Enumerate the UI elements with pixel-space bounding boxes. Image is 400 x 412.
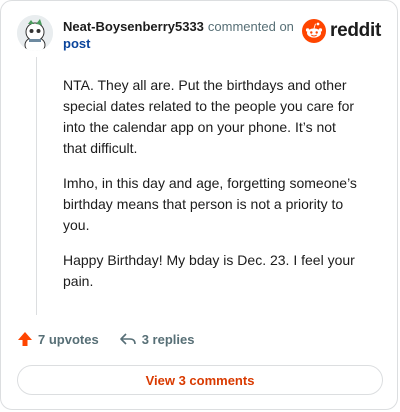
- comment-paragraph-3: Happy Birthday! My bday is Dec. 23. I fe…: [63, 252, 355, 289]
- meta-text: commented on: [207, 19, 294, 34]
- comment-body: NTA. They all are. Put the birthdays and…: [63, 75, 363, 306]
- comment-paragraph-1: NTA. They all are. Put the birthdays and…: [63, 77, 355, 156]
- comment-paragraph-2: Imho, in this day and age, forgetting so…: [63, 175, 357, 233]
- view-comments-button[interactable]: View 3 comments: [17, 365, 383, 395]
- comment-actions: 7 upvotes 3 replies: [17, 331, 214, 347]
- reddit-logo[interactable]: reddit: [302, 19, 381, 43]
- username[interactable]: Neat-Boysenberry5333: [63, 19, 204, 34]
- reddit-wordmark: reddit: [330, 20, 381, 41]
- snoo-avatar-icon: [17, 15, 53, 51]
- comment-card: Neat-Boysenberry5333 commented on post re…: [0, 0, 398, 410]
- comment-header: Neat-Boysenberry5333 commented on post: [63, 18, 294, 52]
- avatar[interactable]: [17, 15, 53, 51]
- replies-count: 3 replies: [141, 331, 195, 347]
- reddit-logo-icon: [302, 19, 327, 43]
- upvote-arrow-icon: [18, 332, 32, 346]
- thread-line[interactable]: [36, 57, 37, 315]
- upvote-count: 7 upvotes: [38, 331, 99, 347]
- upvote-button[interactable]: 7 upvotes: [17, 331, 99, 347]
- post-link[interactable]: post: [63, 35, 294, 52]
- replies-button[interactable]: 3 replies: [119, 331, 195, 347]
- reply-icon: [119, 333, 136, 345]
